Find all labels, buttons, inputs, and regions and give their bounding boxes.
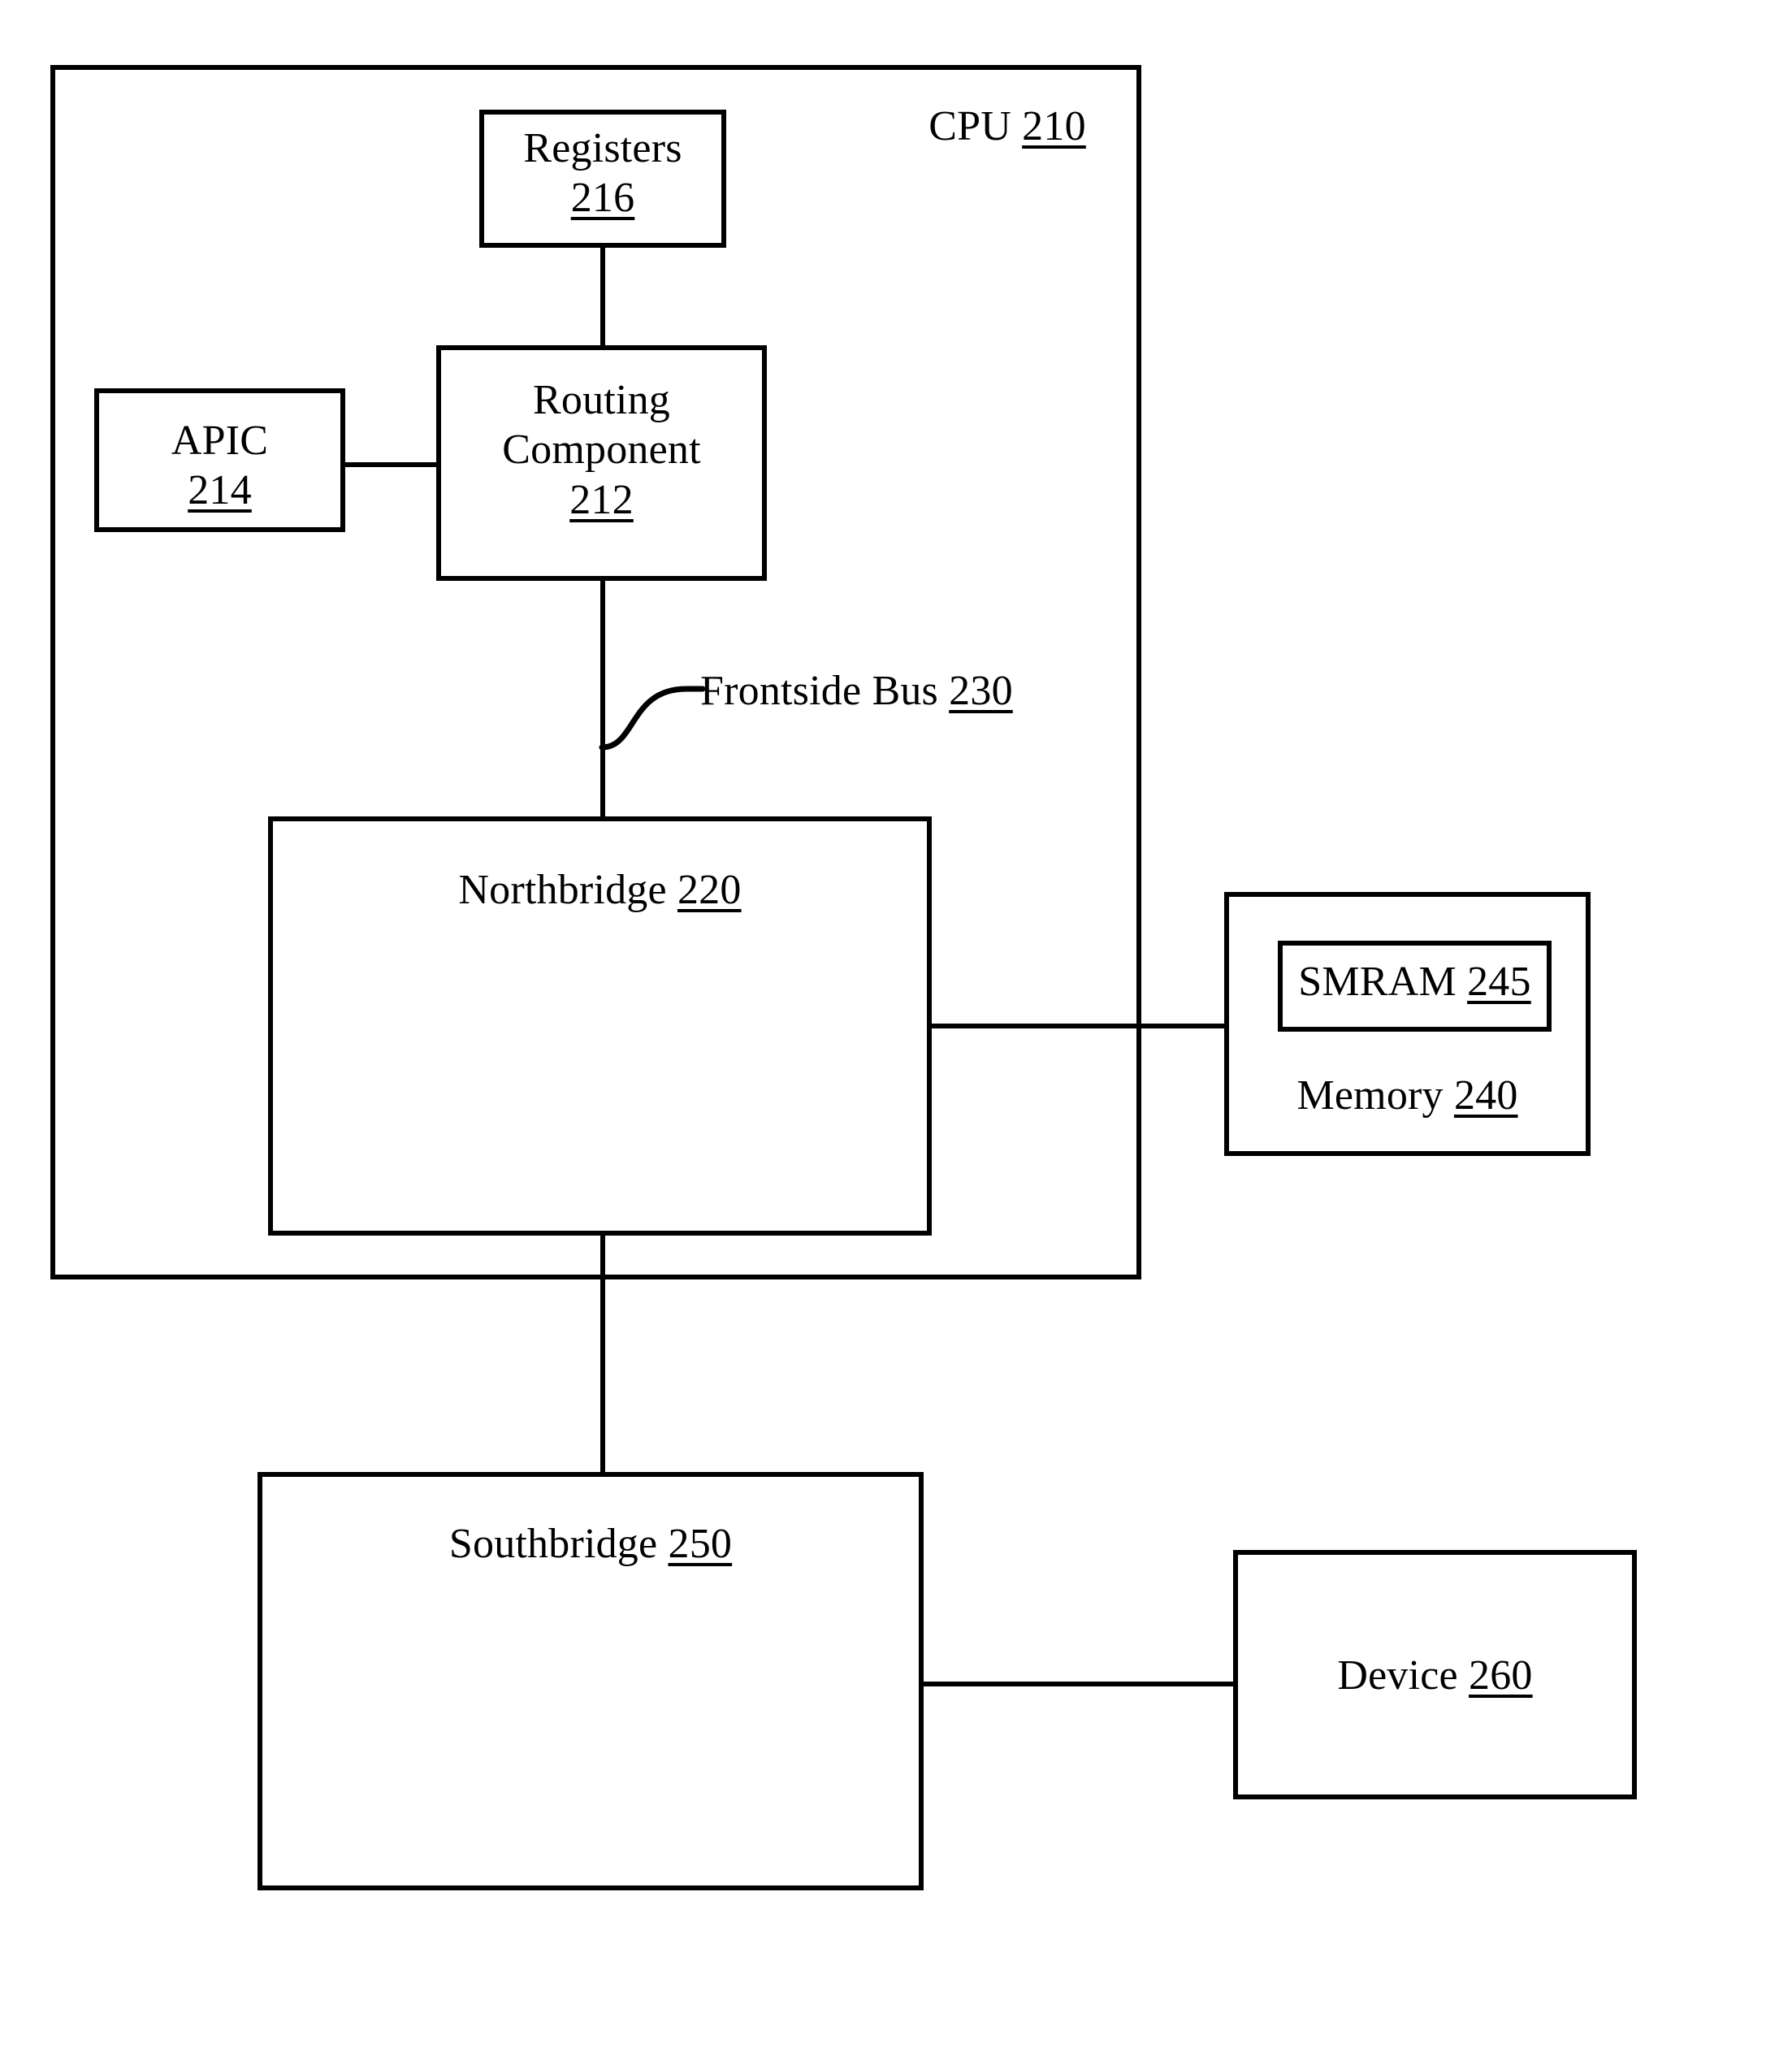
smram-label: SMRAM 245	[1298, 959, 1531, 1005]
figure-canvas: CPU 210 Registers 216 Routing Component …	[0, 0, 1792, 2065]
apic-to-routing-component-link	[345, 462, 436, 467]
registers-label: Registers 216	[523, 125, 682, 222]
cpu-label: CPU 210	[928, 103, 1086, 149]
northbridge-to-southbridge-link	[600, 1236, 605, 1472]
memory-label: Memory 240	[1296, 1072, 1518, 1119]
southbridge-label: Southbridge 250	[448, 1521, 733, 1567]
northbridge-label: Northbridge 220	[458, 867, 742, 913]
apic-label: APIC 214	[171, 418, 269, 514]
device-label: Device 260	[1337, 1652, 1533, 1699]
routing-component-label: Routing Component 212	[502, 377, 701, 523]
northbridge-to-memory-link	[932, 1024, 1229, 1028]
southbridge-to-device-link	[924, 1682, 1233, 1686]
frontside-bus-label: Frontside Bus 230	[700, 668, 1013, 714]
registers-to-routing-component-link	[600, 248, 605, 345]
